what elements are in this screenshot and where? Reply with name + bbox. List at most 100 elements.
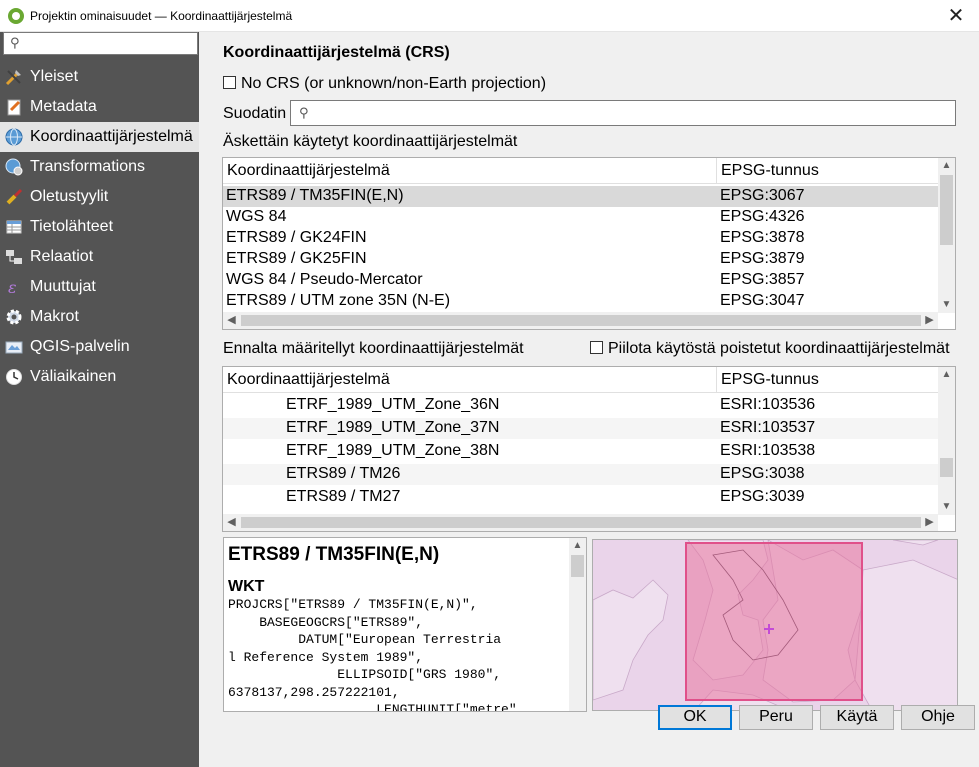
table-icon bbox=[5, 218, 23, 236]
crs-name: ETRS89 / TM35FIN(E,N) bbox=[226, 187, 404, 204]
column-header-crs[interactable]: Koordinaattijärjestelmä bbox=[227, 371, 390, 389]
wrench-icon bbox=[5, 68, 23, 86]
table-row[interactable]: ETRF_1989_UTM_Zone_38N ESRI:103538 bbox=[223, 441, 938, 462]
recent-crs-table[interactable]: Koordinaattijärjestelmä EPSG-tunnus ETRS… bbox=[222, 157, 956, 330]
sidebar-item-muuttujat[interactable]: ε Muuttujat bbox=[0, 272, 199, 302]
table-row[interactable]: WGS 84 / Pseudo-Mercator EPSG:3857 bbox=[223, 270, 938, 291]
scroll-thumb[interactable] bbox=[940, 458, 953, 477]
table-row[interactable]: WGS 84 EPSG:4326 bbox=[223, 207, 938, 228]
relation-icon bbox=[5, 248, 23, 266]
scroll-thumb[interactable] bbox=[241, 517, 921, 528]
crs-id: EPSG:3047 bbox=[720, 292, 805, 309]
sidebar-item-qgis-palvelin[interactable]: QGIS-palvelin bbox=[0, 332, 199, 362]
sidebar-item-valiaikainen[interactable]: Väliaikainen bbox=[0, 362, 199, 392]
sidebar-item-metadata[interactable]: Metadata bbox=[0, 92, 199, 122]
crs-id: EPSG:3878 bbox=[720, 229, 805, 246]
crs-id: EPSG:3879 bbox=[720, 250, 805, 267]
recent-crs-label: Äskettäin käytetyt koordinaattijärjestel… bbox=[223, 133, 518, 150]
vertical-scrollbar[interactable]: ▲ ▼ bbox=[938, 367, 955, 515]
table-header: Koordinaattijärjestelmä EPSG-tunnus bbox=[223, 367, 955, 393]
crs-id: ESRI:103536 bbox=[720, 396, 816, 413]
ok-button[interactable]: OK bbox=[658, 705, 732, 730]
sidebar-item-makrot[interactable]: Makrot bbox=[0, 302, 199, 332]
sidebar-item-relaatiot[interactable]: Relaatiot bbox=[0, 242, 199, 272]
vertical-scrollbar[interactable]: ▲ ▼ bbox=[938, 158, 955, 313]
crs-id: ESRI:103537 bbox=[720, 419, 816, 436]
scroll-up-icon[interactable]: ▲ bbox=[569, 538, 586, 554]
globe-gear-icon bbox=[5, 158, 23, 176]
close-window-button[interactable]: ✕ bbox=[933, 0, 979, 32]
predefined-crs-table[interactable]: Koordinaattijärjestelmä EPSG-tunnus ETRF… bbox=[222, 366, 956, 532]
sidebar-item-yleiset[interactable]: Yleiset bbox=[0, 62, 199, 92]
scroll-up-icon[interactable]: ▲ bbox=[938, 367, 955, 383]
search-icon: ⚲ bbox=[10, 35, 20, 50]
crs-panel: Koordinaattijärjestelmä (CRS) No CRS (or… bbox=[213, 32, 979, 717]
page-title: Koordinaattijärjestelmä (CRS) bbox=[223, 44, 450, 61]
apply-button[interactable]: Käytä bbox=[820, 705, 894, 730]
hide-deprecated-checkbox[interactable] bbox=[590, 341, 603, 354]
sidebar-item-label: Tietolähteet bbox=[30, 218, 114, 235]
sidebar-item-label: Transformations bbox=[30, 158, 145, 175]
cancel-button[interactable]: Peru bbox=[739, 705, 813, 730]
crs-name: ETRF_1989_UTM_Zone_37N bbox=[286, 419, 500, 436]
crs-id: ESRI:103538 bbox=[720, 442, 816, 459]
server-icon bbox=[5, 338, 23, 356]
table-row[interactable]: ETRF_1989_UTM_Zone_37N ESRI:103537 bbox=[223, 418, 938, 439]
column-header-epsg[interactable]: EPSG-tunnus bbox=[721, 162, 819, 180]
crs-extent-map bbox=[592, 539, 958, 711]
crs-id: EPSG:4326 bbox=[720, 208, 805, 225]
crs-name: WGS 84 / Pseudo-Mercator bbox=[226, 271, 423, 288]
crs-name: ETRS89 / GK25FIN bbox=[226, 250, 367, 267]
sidebar-item-label: QGIS-palvelin bbox=[30, 338, 130, 355]
crs-name: ETRS89 / UTM zone 35N (N-E) bbox=[226, 292, 451, 309]
vertical-scrollbar[interactable]: ▲ bbox=[569, 538, 586, 711]
scroll-down-icon[interactable]: ▼ bbox=[938, 297, 955, 313]
scroll-thumb[interactable] bbox=[241, 315, 921, 326]
help-button[interactable]: Ohje bbox=[901, 705, 975, 730]
window-title: Projektin ominaisuudet — Koordinaattijär… bbox=[30, 8, 293, 23]
table-row[interactable]: ETRS89 / TM26 EPSG:3038 bbox=[223, 464, 938, 485]
table-row[interactable]: ETRS89 / TM35FIN(E,N) EPSG:3067 bbox=[223, 186, 938, 207]
filter-input[interactable]: ⚲ bbox=[290, 100, 956, 126]
crs-details-panel[interactable]: ETRS89 / TM35FIN(E,N) WKT PROJCRS["ETRS8… bbox=[223, 537, 587, 712]
search-icon: ⚲ bbox=[299, 105, 309, 120]
sidebar-item-tietolahteet[interactable]: Tietolähteet bbox=[0, 212, 199, 242]
sidebar-item-transformations[interactable]: Transformations bbox=[0, 152, 199, 182]
no-crs-option[interactable]: No CRS (or unknown/non-Earth projection) bbox=[223, 75, 546, 93]
scroll-down-icon[interactable]: ▼ bbox=[938, 499, 955, 515]
scroll-up-icon[interactable]: ▲ bbox=[938, 158, 955, 174]
table-row[interactable]: ETRS89 / TM27 EPSG:3039 bbox=[223, 487, 938, 508]
sidebar-item-oletustyylit[interactable]: Oletustyylit bbox=[0, 182, 199, 212]
scroll-left-icon[interactable]: ◀ bbox=[223, 312, 240, 329]
crs-name: WGS 84 bbox=[226, 208, 287, 225]
scroll-right-icon[interactable]: ▶ bbox=[921, 312, 938, 329]
column-header-epsg[interactable]: EPSG-tunnus bbox=[721, 371, 819, 389]
scroll-left-icon[interactable]: ◀ bbox=[223, 514, 240, 531]
scroll-thumb[interactable] bbox=[940, 175, 953, 245]
horizontal-scrollbar[interactable]: ◀ ▶ bbox=[223, 514, 938, 531]
table-row[interactable]: ETRF_1989_UTM_Zone_36N ESRI:103536 bbox=[223, 395, 938, 416]
sidebar-item-label: Makrot bbox=[30, 308, 79, 325]
globe-icon bbox=[5, 128, 23, 146]
predefined-crs-label: Ennalta määritellyt koordinaattijärjeste… bbox=[223, 340, 524, 357]
hide-deprecated-option[interactable]: Piilota käytöstä poistetut koordinaattij… bbox=[590, 340, 950, 358]
table-header: Koordinaattijärjestelmä EPSG-tunnus bbox=[223, 158, 955, 184]
paint-brush-icon bbox=[5, 188, 23, 206]
column-header-crs[interactable]: Koordinaattijärjestelmä bbox=[227, 162, 390, 180]
no-crs-checkbox[interactable] bbox=[223, 76, 236, 89]
crs-name: ETRS89 / TM26 bbox=[286, 465, 401, 482]
scroll-right-icon[interactable]: ▶ bbox=[921, 514, 938, 531]
table-row[interactable]: ETRS89 / GK25FIN EPSG:3879 bbox=[223, 249, 938, 270]
crs-id: EPSG:3067 bbox=[720, 187, 805, 204]
scroll-thumb[interactable] bbox=[571, 555, 584, 577]
horizontal-scrollbar[interactable]: ◀ ▶ bbox=[223, 312, 938, 329]
table-row[interactable]: ETRS89 / UTM zone 35N (N-E) EPSG:3047 bbox=[223, 291, 938, 312]
sidebar-item-koordinaattijarjestelma[interactable]: Koordinaattijärjestelmä bbox=[0, 122, 199, 152]
crs-extent-rect bbox=[685, 542, 863, 701]
sidebar-search-input[interactable]: ⚲ bbox=[3, 32, 198, 55]
filter-label: Suodatin bbox=[223, 105, 287, 122]
sidebar-item-label: Koordinaattijärjestelmä bbox=[30, 128, 193, 145]
sidebar: ⚲ Yleiset Metadata Koordinaattijärjestel… bbox=[0, 32, 199, 767]
crs-id: EPSG:3039 bbox=[720, 488, 805, 505]
table-row[interactable]: ETRS89 / GK24FIN EPSG:3878 bbox=[223, 228, 938, 249]
